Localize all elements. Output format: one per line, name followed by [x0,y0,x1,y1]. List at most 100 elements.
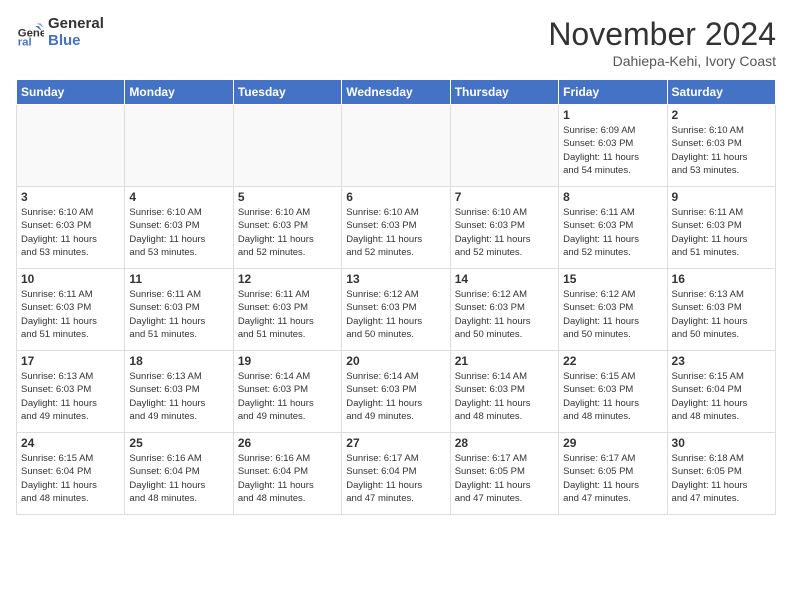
calendar-cell: 14 Sunrise: 6:12 AM Sunset: 6:03 PM Dayli… [450,269,558,351]
day-number: 29 [563,436,662,450]
calendar-cell: 6 Sunrise: 6:10 AM Sunset: 6:03 PM Daylig… [342,187,450,269]
logo-blue-text: Blue [48,33,104,50]
day-info: Sunrise: 6:16 AM Sunset: 6:04 PM Dayligh… [129,452,228,505]
calendar-header: SundayMondayTuesdayWednesdayThursdayFrid… [17,80,776,105]
day-number: 24 [21,436,120,450]
day-of-week-header: Monday [125,80,233,105]
calendar-cell: 5Sunrise: 6:10 AM Sunset: 6:03 PM Daylig… [233,187,341,269]
day-number: 19 [238,354,337,368]
calendar-cell: 24 Sunrise: 6:15 AM Sunset: 6:04 PM Dayli… [17,433,125,515]
day-info: Sunrise: 6:09 AM Sunset: 6:03 PM Dayligh… [563,124,662,177]
calendar-week-row: 10 Sunrise: 6:11 AM Sunset: 6:03 PM Dayli… [17,269,776,351]
day-number: 16 [672,272,771,286]
day-info: Sunrise: 6:14 AM Sunset: 6:03 PM Dayligh… [455,370,554,423]
calendar-cell [342,105,450,187]
calendar-week-row: 17 Sunrise: 6:13 AM Sunset: 6:03 PM Dayli… [17,351,776,433]
day-number: 20 [346,354,445,368]
calendar-cell: 9Sunrise: 6:11 AM Sunset: 6:03 PM Daylig… [667,187,775,269]
day-info: Sunrise: 6:12 AM Sunset: 6:03 PM Dayligh… [455,288,554,341]
day-info: Sunrise: 6:13 AM Sunset: 6:03 PM Dayligh… [672,288,771,341]
calendar-cell [125,105,233,187]
logo-text: General Blue [48,16,104,49]
calendar-cell: 16 Sunrise: 6:13 AM Sunset: 6:03 PM Dayli… [667,269,775,351]
day-info: Sunrise: 6:11 AM Sunset: 6:03 PM Dayligh… [563,206,662,259]
calendar-cell: 2Sunrise: 6:10 AM Sunset: 6:03 PM Daylig… [667,105,775,187]
calendar-cell: 8Sunrise: 6:11 AM Sunset: 6:03 PM Daylig… [559,187,667,269]
day-number: 30 [672,436,771,450]
day-number: 17 [21,354,120,368]
calendar-cell: 27Sunrise: 6:17 AM Sunset: 6:04 PM Dayli… [342,433,450,515]
day-number: 28 [455,436,554,450]
calendar-cell: 29 Sunrise: 6:17 AM Sunset: 6:05 PM Dayli… [559,433,667,515]
day-info: Sunrise: 6:13 AM Sunset: 6:03 PM Dayligh… [21,370,120,423]
day-info: Sunrise: 6:10 AM Sunset: 6:03 PM Dayligh… [672,124,771,177]
page-header: Gene ral General Blue November 2024 Dahi… [16,16,776,69]
day-info: Sunrise: 6:10 AM Sunset: 6:03 PM Dayligh… [455,206,554,259]
day-info: Sunrise: 6:14 AM Sunset: 6:03 PM Dayligh… [346,370,445,423]
day-info: Sunrise: 6:15 AM Sunset: 6:03 PM Dayligh… [563,370,662,423]
day-info: Sunrise: 6:12 AM Sunset: 6:03 PM Dayligh… [346,288,445,341]
calendar-cell [233,105,341,187]
day-of-week-header: Sunday [17,80,125,105]
day-info: Sunrise: 6:11 AM Sunset: 6:03 PM Dayligh… [672,206,771,259]
day-number: 23 [672,354,771,368]
calendar-cell: 4 Sunrise: 6:10 AM Sunset: 6:03 PM Daylig… [125,187,233,269]
day-number: 6 [346,190,445,204]
day-info: Sunrise: 6:16 AM Sunset: 6:04 PM Dayligh… [238,452,337,505]
day-info: Sunrise: 6:17 AM Sunset: 6:05 PM Dayligh… [455,452,554,505]
day-number: 4 [129,190,228,204]
day-info: Sunrise: 6:18 AM Sunset: 6:05 PM Dayligh… [672,452,771,505]
day-info: Sunrise: 6:10 AM Sunset: 6:03 PM Dayligh… [21,206,120,259]
calendar-cell: 21Sunrise: 6:14 AM Sunset: 6:03 PM Dayli… [450,351,558,433]
day-info: Sunrise: 6:13 AM Sunset: 6:03 PM Dayligh… [129,370,228,423]
day-info: Sunrise: 6:11 AM Sunset: 6:03 PM Dayligh… [238,288,337,341]
day-of-week-header: Friday [559,80,667,105]
logo-icon: Gene ral [16,19,44,47]
day-info: Sunrise: 6:12 AM Sunset: 6:03 PM Dayligh… [563,288,662,341]
day-number: 1 [563,108,662,122]
calendar-cell: 28 Sunrise: 6:17 AM Sunset: 6:05 PM Dayli… [450,433,558,515]
logo-general-text: General [48,16,104,33]
day-info: Sunrise: 6:15 AM Sunset: 6:04 PM Dayligh… [21,452,120,505]
day-number: 15 [563,272,662,286]
calendar-body: 1 Sunrise: 6:09 AM Sunset: 6:03 PM Daylig… [17,105,776,515]
day-number: 22 [563,354,662,368]
day-of-week-header: Wednesday [342,80,450,105]
calendar-week-row: 24 Sunrise: 6:15 AM Sunset: 6:04 PM Dayli… [17,433,776,515]
day-of-week-header: Thursday [450,80,558,105]
location-subtitle: Dahiepa-Kehi, Ivory Coast [548,53,776,69]
calendar-cell: 10 Sunrise: 6:11 AM Sunset: 6:03 PM Dayli… [17,269,125,351]
calendar-cell: 30 Sunrise: 6:18 AM Sunset: 6:05 PM Dayli… [667,433,775,515]
day-number: 27 [346,436,445,450]
day-number: 11 [129,272,228,286]
day-number: 26 [238,436,337,450]
title-block: November 2024 Dahiepa-Kehi, Ivory Coast [548,16,776,69]
calendar-cell [450,105,558,187]
calendar-week-row: 1 Sunrise: 6:09 AM Sunset: 6:03 PM Daylig… [17,105,776,187]
day-info: Sunrise: 6:11 AM Sunset: 6:03 PM Dayligh… [21,288,120,341]
calendar-table: SundayMondayTuesdayWednesdayThursdayFrid… [16,79,776,515]
calendar-cell [17,105,125,187]
day-of-week-header: Tuesday [233,80,341,105]
calendar-cell: 20 Sunrise: 6:14 AM Sunset: 6:03 PM Dayli… [342,351,450,433]
calendar-cell: 23 Sunrise: 6:15 AM Sunset: 6:04 PM Dayli… [667,351,775,433]
day-info: Sunrise: 6:10 AM Sunset: 6:03 PM Dayligh… [346,206,445,259]
calendar-cell: 7Sunrise: 6:10 AM Sunset: 6:03 PM Daylig… [450,187,558,269]
day-number: 13 [346,272,445,286]
day-number: 18 [129,354,228,368]
calendar-cell: 25 Sunrise: 6:16 AM Sunset: 6:04 PM Dayli… [125,433,233,515]
day-info: Sunrise: 6:10 AM Sunset: 6:03 PM Dayligh… [238,206,337,259]
day-info: Sunrise: 6:17 AM Sunset: 6:05 PM Dayligh… [563,452,662,505]
calendar-cell: 13 Sunrise: 6:12 AM Sunset: 6:03 PM Dayli… [342,269,450,351]
day-number: 25 [129,436,228,450]
calendar-cell: 26 Sunrise: 6:16 AM Sunset: 6:04 PM Dayli… [233,433,341,515]
calendar-cell: 22 Sunrise: 6:15 AM Sunset: 6:03 PM Dayli… [559,351,667,433]
day-info: Sunrise: 6:10 AM Sunset: 6:03 PM Dayligh… [129,206,228,259]
day-number: 14 [455,272,554,286]
day-info: Sunrise: 6:14 AM Sunset: 6:03 PM Dayligh… [238,370,337,423]
calendar-cell: 18 Sunrise: 6:13 AM Sunset: 6:03 PM Dayli… [125,351,233,433]
day-info: Sunrise: 6:15 AM Sunset: 6:04 PM Dayligh… [672,370,771,423]
calendar-cell: 17 Sunrise: 6:13 AM Sunset: 6:03 PM Dayli… [17,351,125,433]
month-year-title: November 2024 [548,16,776,53]
day-number: 10 [21,272,120,286]
